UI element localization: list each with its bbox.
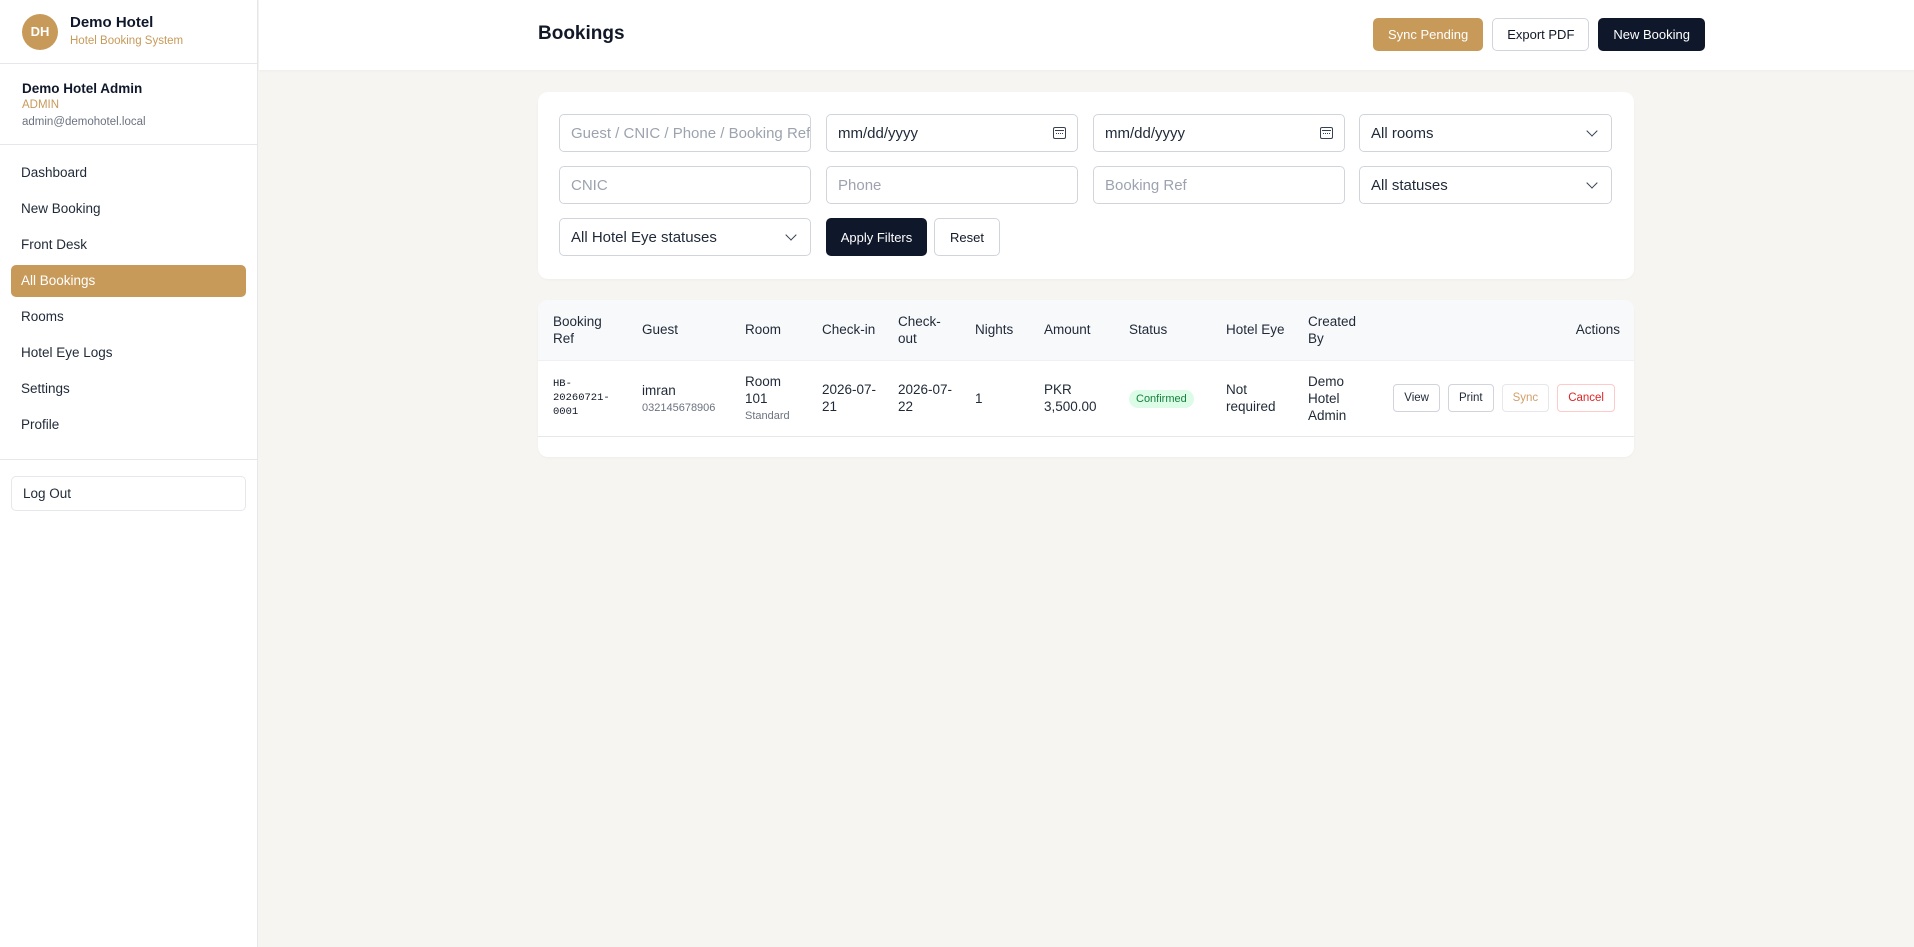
col-header-status[interactable]: Status <box>1114 300 1211 360</box>
status-badge: Confirmed <box>1129 389 1194 408</box>
sidebar-item-all-bookings[interactable]: All Bookings <box>11 265 246 297</box>
cnic-input[interactable]: CNIC <box>559 166 811 204</box>
nights-count: 1 <box>975 390 983 406</box>
cnic-input-placeholder: CNIC <box>571 176 608 194</box>
user-info: Demo Hotel Admin ADMIN admin@demohotel.l… <box>0 64 257 145</box>
col-header-amount[interactable]: Amount <box>1029 300 1114 360</box>
sidebar-nav: Dashboard New Booking Front Desk All Boo… <box>0 145 257 441</box>
status-select[interactable]: All statuses <box>1359 166 1612 204</box>
new-booking-button[interactable]: New Booking <box>1598 18 1705 51</box>
brand-subtitle: Hotel Booking System <box>70 35 184 47</box>
date-from-field[interactable]: mm/dd/yyyy <box>826 114 1078 152</box>
logout-button[interactable]: Log Out <box>11 476 246 511</box>
filters-card: Guest / CNIC / Phone / Booking Ref mm/dd… <box>538 92 1634 279</box>
sidebar-item-profile[interactable]: Profile <box>11 409 246 441</box>
col-header-booking-ref[interactable]: Booking Ref <box>538 300 627 360</box>
chevron-down-icon <box>1586 124 1598 137</box>
booking-ref-placeholder: Booking Ref <box>1105 176 1187 194</box>
print-button[interactable]: Print <box>1447 384 1494 412</box>
col-header-check-in[interactable]: Check-in <box>807 300 883 360</box>
view-button[interactable]: View <box>1393 384 1440 412</box>
sidebar-item-new-booking[interactable]: New Booking <box>11 193 246 225</box>
col-header-nights[interactable]: Nights <box>960 300 1029 360</box>
col-header-hotel-eye[interactable]: Hotel Eye <box>1211 300 1293 360</box>
status-select-value: All statuses <box>1371 176 1448 194</box>
room-type: Standard <box>745 410 790 422</box>
user-role: ADMIN <box>22 99 60 111</box>
col-header-guest[interactable]: Guest <box>627 300 730 360</box>
search-input[interactable]: Guest / CNIC / Phone / Booking Ref <box>559 114 811 152</box>
user-email: admin@demohotel.local <box>22 116 146 128</box>
room-name: Room 101 <box>745 374 782 406</box>
reset-button[interactable]: Reset <box>934 218 1000 256</box>
date-to-field[interactable]: mm/dd/yyyy <box>1093 114 1345 152</box>
guest-phone: 032145678906 <box>642 401 716 414</box>
booking-ref-input[interactable]: Booking Ref <box>1093 166 1345 204</box>
col-header-created-by[interactable]: Created By <box>1293 300 1370 360</box>
sidebar-item-dashboard[interactable]: Dashboard <box>11 157 246 189</box>
chevron-down-icon <box>1586 176 1598 189</box>
page-header: Bookings Sync Pending Export PDF New Boo… <box>259 0 1914 70</box>
table-row: HB-20260721-0001 imran 032145678906 Room… <box>538 360 1634 436</box>
row-actions: View Print Sync Cancel <box>1385 384 1628 412</box>
cancel-booking-button[interactable]: Cancel <box>1557 384 1615 412</box>
hotel-eye-status: Not required <box>1226 382 1276 414</box>
brand: DH Demo Hotel Hotel Booking System <box>0 0 257 64</box>
phone-input[interactable]: Phone <box>826 166 1078 204</box>
bookings-table: Booking Ref Guest Room Check-in Check-ou… <box>538 300 1634 437</box>
check-out-date: 2026-07-22 <box>898 382 953 414</box>
col-header-actions: Actions <box>1575 322 1620 338</box>
user-name: Demo Hotel Admin <box>22 81 143 96</box>
export-pdf-button[interactable]: Export PDF <box>1492 18 1590 51</box>
booking-ref: HB-20260721-0001 <box>553 378 610 418</box>
bookings-table-card: Booking Ref Guest Room Check-in Check-ou… <box>538 300 1634 457</box>
sidebar: DH Demo Hotel Hotel Booking System Demo … <box>0 0 258 947</box>
sidebar-item-settings[interactable]: Settings <box>11 373 246 405</box>
guest-name: imran <box>642 382 676 398</box>
table-header-row: Booking Ref Guest Room Check-in Check-ou… <box>538 300 1634 360</box>
hotel-eye-select[interactable]: All Hotel Eye statuses <box>559 218 811 256</box>
col-header-check-out[interactable]: Check-out <box>883 300 960 360</box>
apply-filters-button[interactable]: Apply Filters <box>826 218 927 256</box>
check-in-date: 2026-07-21 <box>822 382 877 414</box>
calendar-icon[interactable] <box>1320 127 1333 139</box>
date-from-value: mm/dd/yyyy <box>838 124 919 142</box>
date-to-value: mm/dd/yyyy <box>1105 124 1186 142</box>
col-header-room[interactable]: Room <box>730 300 807 360</box>
header-actions: Sync Pending Export PDF New Booking <box>1372 18 1705 51</box>
brand-name: Demo Hotel <box>70 14 154 31</box>
page-title: Bookings <box>538 23 625 44</box>
rooms-select[interactable]: All rooms <box>1359 114 1612 152</box>
rooms-select-value: All rooms <box>1371 124 1434 142</box>
brand-avatar: DH <box>22 13 58 50</box>
search-input-placeholder: Guest / CNIC / Phone / Booking Ref <box>571 124 811 142</box>
sync-pending-button[interactable]: Sync Pending <box>1372 18 1484 51</box>
hotel-eye-select-value: All Hotel Eye statuses <box>571 228 717 246</box>
sidebar-item-rooms[interactable]: Rooms <box>11 301 246 333</box>
created-by: Demo Hotel Admin <box>1308 373 1347 423</box>
booking-amount: PKR 3,500.00 <box>1044 382 1097 414</box>
phone-input-placeholder: Phone <box>838 176 882 194</box>
sidebar-item-front-desk[interactable]: Front Desk <box>11 229 246 261</box>
sidebar-item-hotel-eye-logs[interactable]: Hotel Eye Logs <box>11 337 246 369</box>
chevron-down-icon <box>785 228 797 241</box>
calendar-icon[interactable] <box>1053 127 1066 139</box>
sync-button[interactable]: Sync <box>1501 384 1550 412</box>
